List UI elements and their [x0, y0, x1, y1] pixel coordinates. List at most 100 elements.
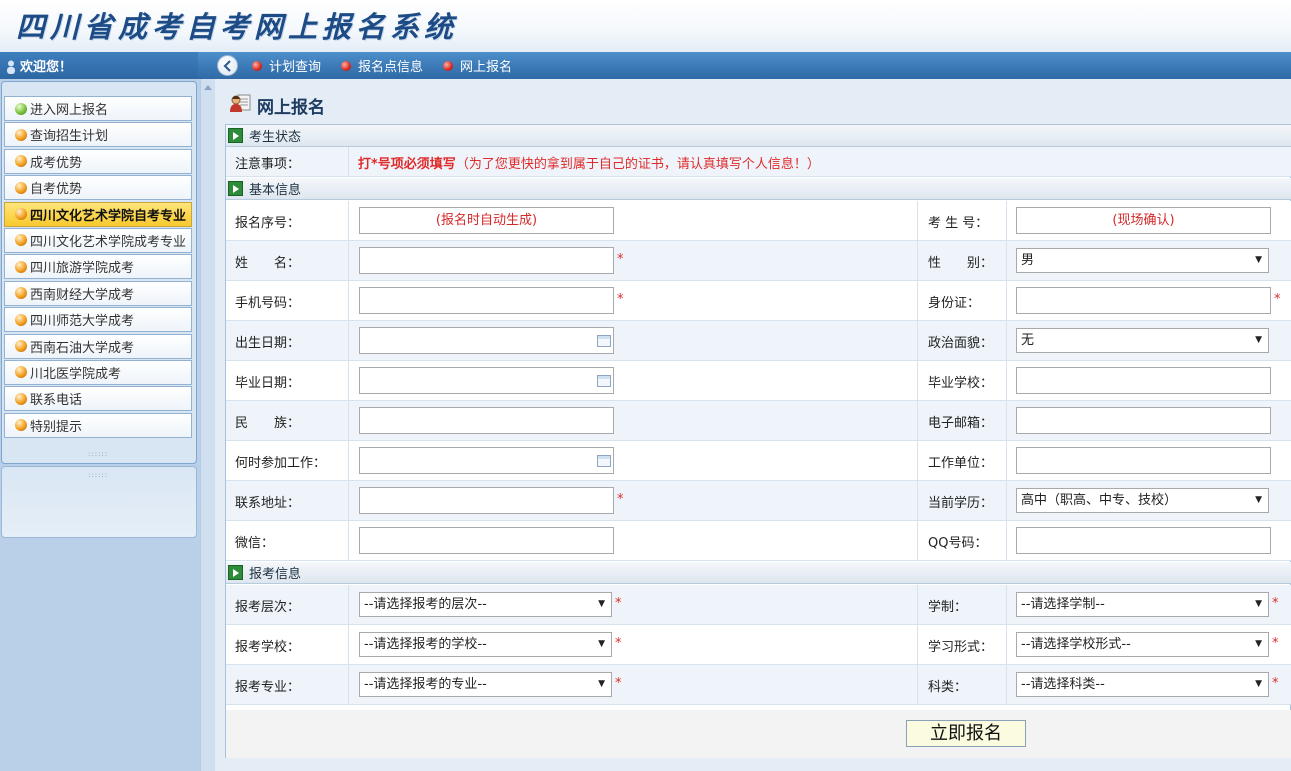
notice-row: 注意事项： 打*号项必须填写 （为了您更快的拿到属于自己的证书，请认真填写个人信息… [226, 147, 1291, 177]
form-row: 手机号码： * 身份证： * [226, 281, 1291, 321]
required-mark: * [617, 292, 624, 307]
orange-ball-icon [15, 313, 27, 326]
orange-ball-icon [15, 155, 27, 168]
calendar-icon[interactable] [597, 375, 611, 387]
exam-no-label: 考 生 号： [928, 215, 989, 231]
exam-school-select[interactable]: --请选择报考的学校-- [359, 632, 612, 657]
sidebar-item-arts-college-self-study[interactable]: 四川文化艺术学院自考专业 [4, 201, 192, 227]
required-mark: * [1272, 676, 1279, 691]
column-divider [917, 321, 918, 360]
sidebar-item-sicnu[interactable]: 四川师范大学成考 [4, 307, 192, 333]
sidebar-item-swpu[interactable]: 西南石油大学成考 [4, 333, 192, 359]
sidebar-item-special-notice[interactable]: 特别提示 [4, 412, 192, 438]
resize-grip[interactable]: :::::: [88, 471, 108, 479]
required-mark: * [617, 252, 624, 267]
graduation-date-input[interactable] [359, 367, 614, 394]
subject-category-select[interactable]: --请选择科类-- [1016, 672, 1269, 697]
column-divider [348, 665, 349, 704]
required-mark: * [617, 492, 624, 507]
qq-label: QQ号码： [928, 535, 988, 551]
name-input[interactable] [359, 247, 614, 274]
sidebar-item-contact-phone[interactable]: 联系电话 [4, 386, 192, 412]
phone-label: 手机号码： [235, 295, 301, 311]
scroll-up-arrow-icon[interactable] [204, 85, 212, 90]
graduation-school-label: 毕业学校： [928, 375, 994, 391]
exam-no-field: (现场确认) [1016, 207, 1271, 234]
column-divider [1006, 441, 1007, 480]
calendar-icon[interactable] [597, 335, 611, 347]
education-label: 当前学历： [928, 495, 994, 511]
sidebar-item-enter-registration[interactable]: 进入网上报名 [4, 96, 192, 121]
required-mark: * [1272, 596, 1279, 611]
education-select[interactable]: 高中（职高、中专、技校） [1016, 488, 1269, 513]
gender-select[interactable]: 男 [1016, 248, 1269, 273]
column-divider [348, 361, 349, 400]
collapse-sidebar-button[interactable] [217, 55, 238, 76]
required-mark: * [615, 676, 622, 691]
qq-input[interactable] [1016, 527, 1271, 554]
sidebar-item-query-plan[interactable]: 查询招生计划 [4, 122, 192, 148]
sidebar-splitter[interactable] [200, 79, 215, 771]
column-divider [348, 585, 349, 624]
main-content: 网上报名 考生状态 注意事项： 打*号项必须填写 （为了您更快的拿到属于自己的证书… [215, 79, 1291, 771]
chevron-left-icon [223, 60, 231, 72]
sidebar-item-tourism-college[interactable]: 四川旅游学院成考 [4, 254, 192, 280]
sidebar-item-swufe[interactable]: 西南财经大学成考 [4, 280, 192, 306]
address-label: 联系地址： [235, 495, 301, 511]
column-divider [917, 401, 918, 440]
study-form-select[interactable]: --请选择学校形式-- [1016, 632, 1269, 657]
birth-date-input[interactable] [359, 327, 614, 354]
nav-online-register[interactable]: 网上报名 [443, 56, 512, 75]
column-divider [348, 521, 349, 560]
calendar-icon[interactable] [597, 455, 611, 467]
employer-input[interactable] [1016, 447, 1271, 474]
column-divider [1006, 241, 1007, 280]
graduation-date-label: 毕业日期： [235, 375, 301, 391]
address-input[interactable] [359, 487, 614, 514]
wechat-input[interactable] [359, 527, 614, 554]
column-divider [348, 625, 349, 664]
column-divider [917, 625, 918, 664]
orange-ball-icon [15, 340, 27, 353]
welcome-banner: 欢迎您！ [0, 52, 198, 79]
sidebar-menu: 进入网上报名 查询招生计划 成考优势 自考优势 四川文化艺术学院自考专业 四川文… [4, 96, 192, 439]
column-divider [348, 441, 349, 480]
person-icon [6, 55, 16, 74]
page-title: 网上报名 [229, 93, 325, 118]
column-divider [917, 201, 918, 240]
id-card-input[interactable] [1016, 287, 1271, 314]
sidebar-lower-panel: :::::: [1, 466, 197, 538]
nav-plan-query[interactable]: 计划查询 [252, 56, 321, 75]
column-divider [917, 481, 918, 520]
sidebar-item-arts-college-adult[interactable]: 四川文化艺术学院成考专业 [4, 227, 192, 253]
sidebar-item-nsmc[interactable]: 川北医学院成考 [4, 359, 192, 385]
column-divider [1006, 201, 1007, 240]
ethnicity-input[interactable] [359, 407, 614, 434]
nav-site-info[interactable]: 报名点信息 [341, 56, 423, 75]
column-divider [348, 281, 349, 320]
orange-ball-icon [15, 128, 27, 141]
green-ball-icon [15, 102, 27, 115]
column-divider [917, 521, 918, 560]
form-row: 报考学校： --请选择报考的学校-- * 学习形式： --请选择学校形式-- * [226, 625, 1291, 665]
study-duration-select[interactable]: --请选择学制-- [1016, 592, 1269, 617]
work-start-input[interactable] [359, 447, 614, 474]
notice-text: 打*号项必须填写 （为了您更快的拿到属于自己的证书，请认真填写个人信息！） [358, 156, 820, 172]
required-mark: * [1272, 636, 1279, 651]
sidebar-item-self-study-advantages[interactable]: 自考优势 [4, 175, 192, 201]
politics-select[interactable]: 无 [1016, 328, 1269, 353]
ethnicity-label: 民 族： [235, 415, 301, 431]
user-form-icon [229, 93, 251, 118]
graduation-school-input[interactable] [1016, 367, 1271, 394]
column-divider [1006, 281, 1007, 320]
column-divider [348, 147, 349, 176]
column-divider [348, 481, 349, 520]
sidebar-item-adult-exam-advantages[interactable]: 成考优势 [4, 148, 192, 174]
exam-level-select[interactable]: --请选择报考的层次-- [359, 592, 612, 617]
phone-input[interactable] [359, 287, 614, 314]
submit-registration-button[interactable]: 立即报名 [906, 720, 1026, 747]
resize-grip[interactable]: :::::: [88, 450, 108, 458]
form-row: 报名序号： (报名时自动生成) 考 生 号： (现场确认) [226, 201, 1291, 241]
exam-major-select[interactable]: --请选择报考的专业-- [359, 672, 612, 697]
email-input[interactable] [1016, 407, 1271, 434]
